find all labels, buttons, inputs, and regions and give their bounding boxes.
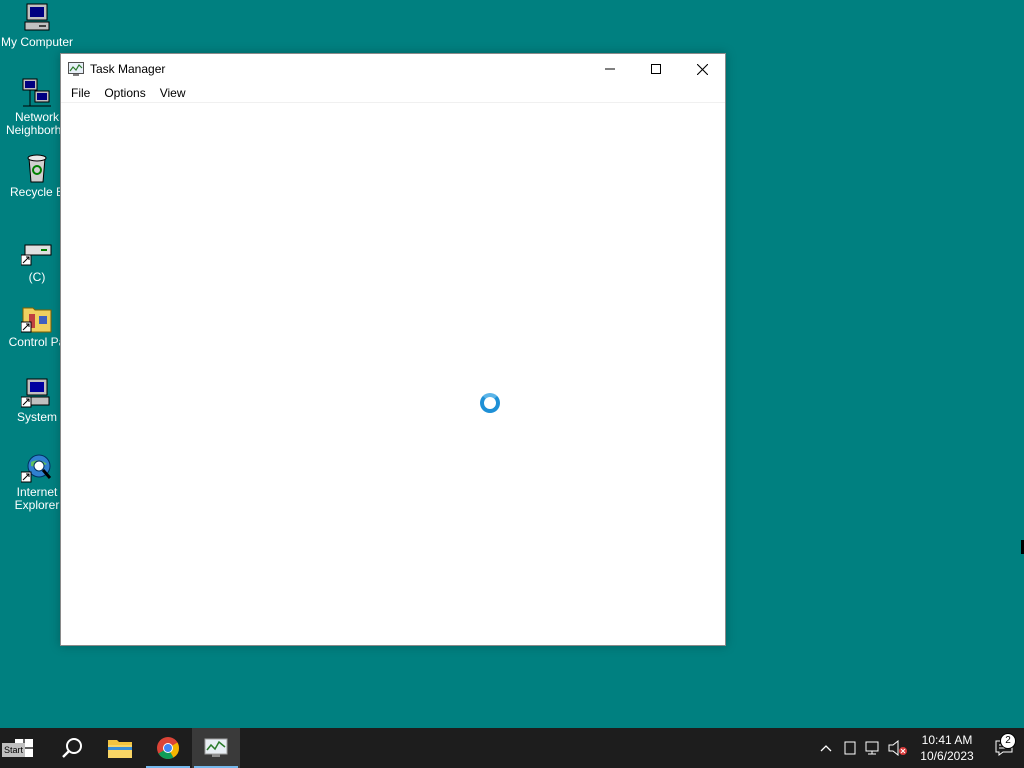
volume-muted-icon (888, 740, 907, 756)
loading-spinner-icon (480, 393, 500, 413)
minimize-button[interactable] (587, 54, 633, 84)
network-neighborhood-icon (21, 77, 53, 109)
window-content (61, 103, 725, 643)
my-computer-icon (21, 2, 53, 34)
notification-count-badge: 2 (1000, 733, 1016, 749)
menu-file[interactable]: File (64, 86, 97, 100)
folder-icon (108, 740, 132, 758)
minimize-icon (605, 68, 615, 70)
task-manager-icon (204, 738, 228, 757)
network-tray-button[interactable] (862, 741, 886, 755)
search-icon (62, 738, 82, 758)
task-manager-taskbar-button[interactable] (192, 728, 240, 768)
maximize-button[interactable] (633, 54, 679, 84)
clock-time: 10:41 AM (921, 733, 973, 747)
internet-explorer-icon (20, 452, 53, 484)
chrome-icon (157, 737, 179, 759)
action-center-button[interactable]: 2 (984, 733, 1024, 756)
drive-c-icon (20, 237, 53, 269)
chrome-button[interactable] (144, 728, 192, 768)
task-manager-icon (68, 62, 84, 76)
chevron-up-icon (820, 745, 832, 752)
file-explorer-button[interactable] (96, 728, 144, 768)
network-icon (865, 741, 879, 755)
menu-bar: File Options View (61, 84, 725, 103)
close-icon (696, 63, 708, 75)
show-hidden-icons-button[interactable] (814, 744, 838, 752)
system-tray: 10:41 AM 10/6/2023 2 (814, 728, 1024, 768)
window-title: Task Manager (90, 62, 166, 76)
tablet-icon (844, 741, 856, 755)
classic-start-label[interactable]: Start (2, 743, 26, 757)
volume-tray-button[interactable] (886, 740, 910, 756)
clock-date: 10/6/2023 (920, 749, 974, 763)
desktop-icon-label: My Computer (0, 35, 74, 49)
desktop-icon-my-computer[interactable]: My Computer (0, 2, 74, 49)
system-icon (20, 377, 53, 409)
menu-view[interactable]: View (153, 86, 193, 100)
search-button[interactable] (48, 728, 96, 768)
title-bar[interactable]: Task Manager (61, 54, 725, 84)
tablet-tray-button[interactable] (838, 741, 862, 755)
close-button[interactable] (679, 54, 725, 84)
task-manager-window: Task Manager File Options View (60, 53, 726, 646)
recycle-bin-icon (21, 152, 53, 184)
taskbar: 10:41 AM 10/6/2023 2 (0, 728, 1024, 768)
control-panel-icon (20, 302, 53, 334)
maximize-icon (651, 64, 661, 74)
clock[interactable]: 10:41 AM 10/6/2023 (914, 732, 980, 764)
menu-options[interactable]: Options (97, 86, 152, 100)
